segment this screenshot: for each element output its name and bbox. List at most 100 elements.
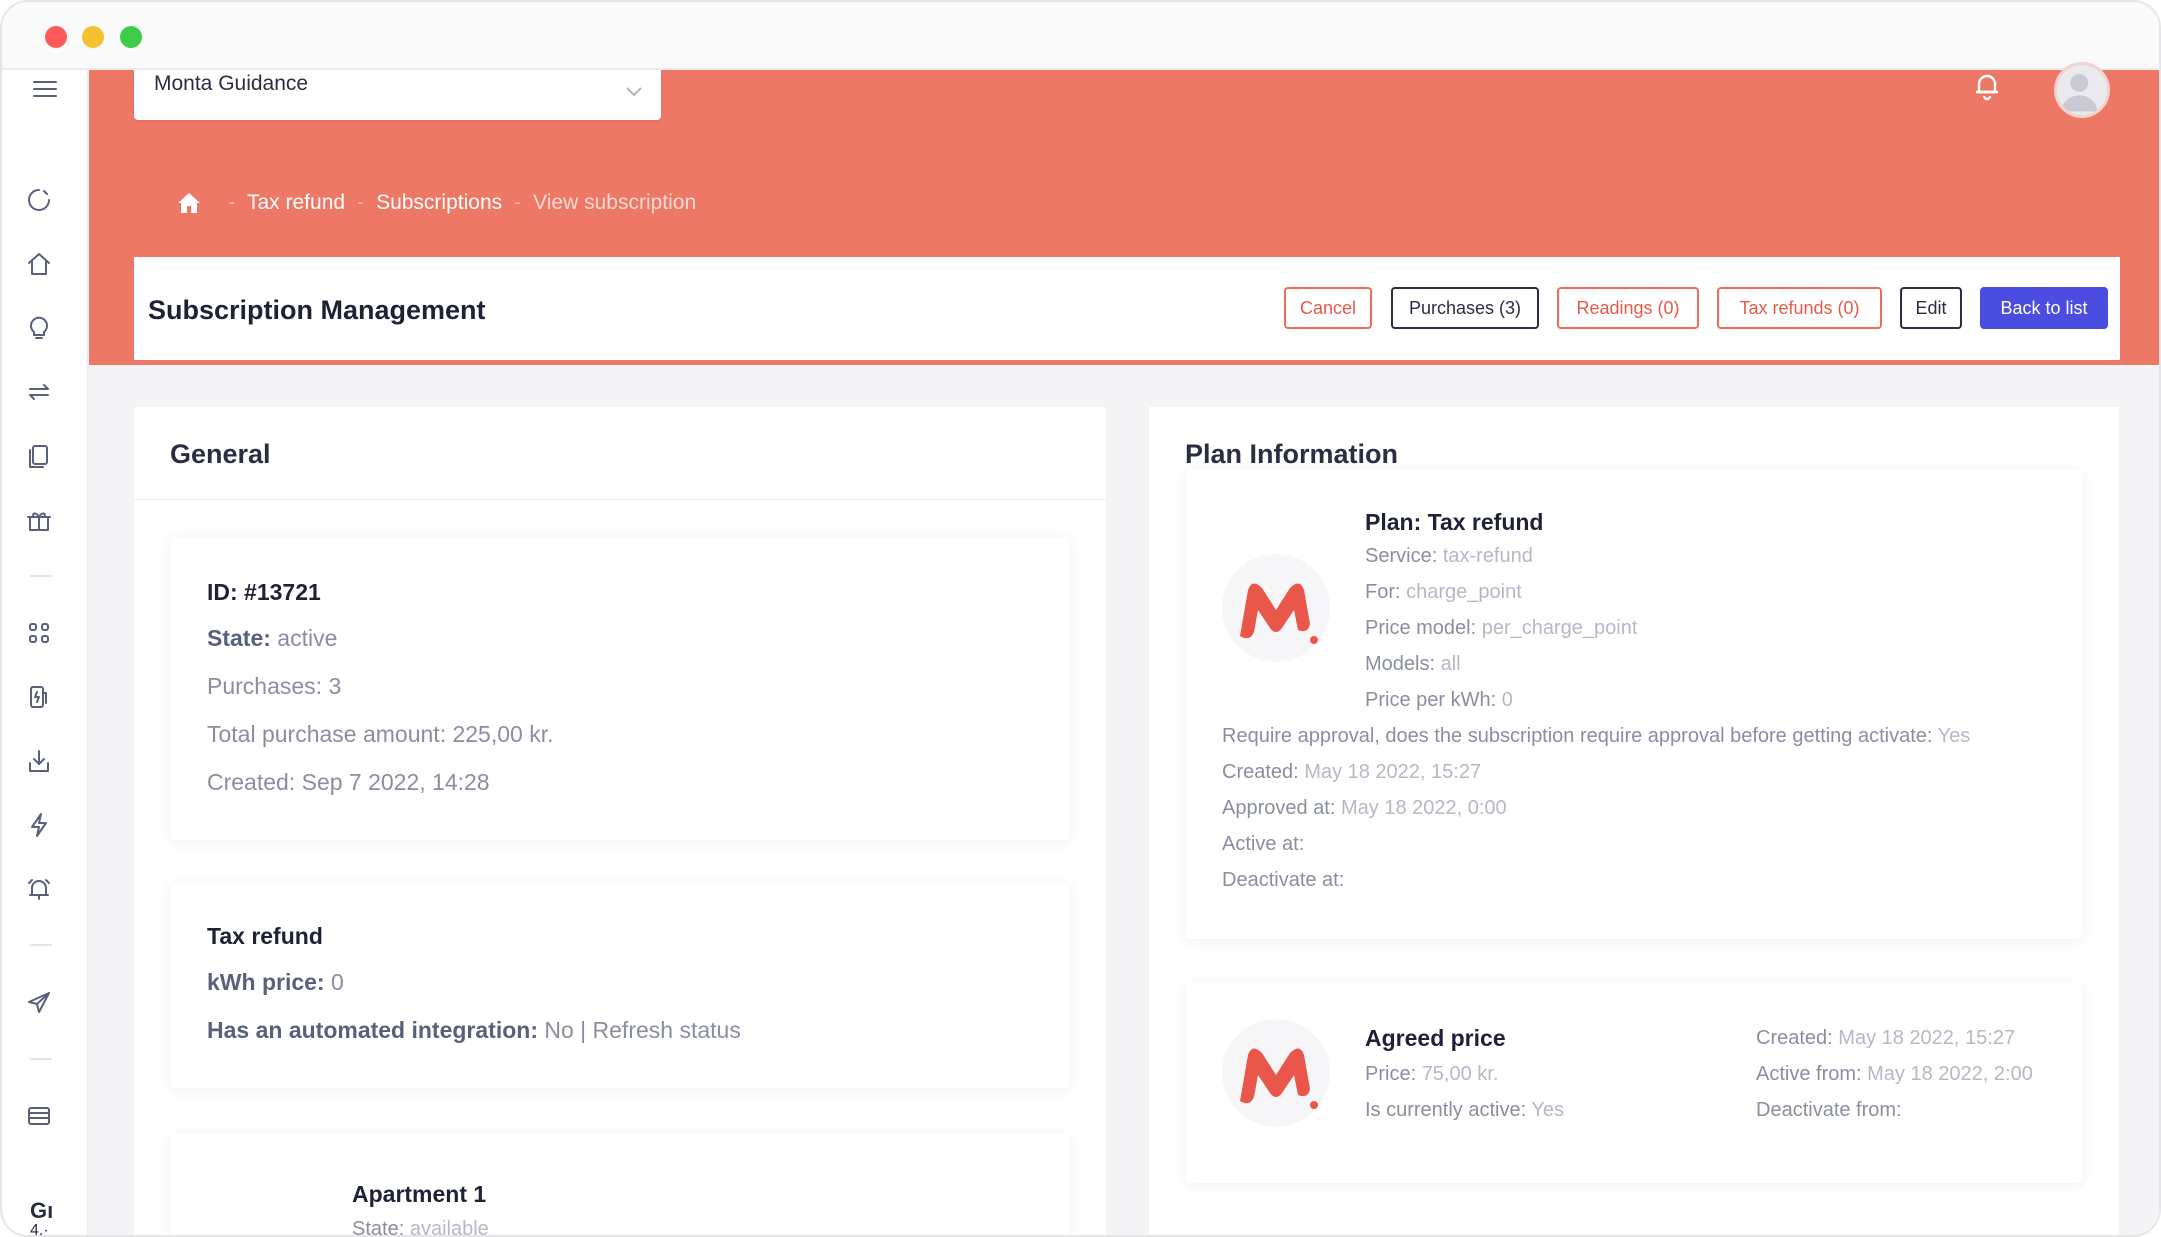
plan-approved-at-row: Approved at: May 18 2022, 0:00	[1222, 797, 1507, 820]
agreed-deactivate-from-row: Deactivate from:	[1756, 1099, 1902, 1122]
plan-panel: Plan Information Plan: Tax refund Servic…	[1149, 407, 2119, 1235]
plan-price-per-kwh-value: 0	[1501, 689, 1513, 711]
agreed-active-from-value: May 18 2022, 2:00	[1867, 1063, 2033, 1085]
plan-card: Plan: Tax refund Service: tax-refund For…	[1186, 469, 2082, 939]
menu-icon[interactable]	[30, 74, 60, 104]
plan-deactivate-at-label: Deactivate at:	[1222, 869, 1345, 891]
breadcrumb-subscriptions[interactable]: Subscriptions	[376, 191, 502, 215]
agreed-price-title: Agreed price	[1365, 1025, 1506, 1051]
plan-models-label: Models:	[1365, 653, 1436, 675]
plan-service-value: tax-refund	[1442, 545, 1533, 567]
close-window-button[interactable]	[45, 26, 67, 48]
created-date: Created: Sep 7 2022, 14:28	[207, 769, 490, 795]
general-title: General	[170, 439, 271, 469]
documents-icon[interactable]	[24, 441, 54, 471]
gift-icon[interactable]	[24, 505, 54, 535]
apartment-card: Apartment 1 State: available	[171, 1133, 1069, 1237]
user-initials[interactable]: Gı 4.·	[30, 1198, 54, 1237]
download-icon[interactable]	[24, 746, 54, 776]
avatar[interactable]	[2054, 62, 2110, 118]
plan-require-approval-value: Yes	[1937, 725, 1971, 747]
integration-row: Has an automated integration: No | Refre…	[207, 1017, 741, 1044]
kwh-price-label: kWh price:	[207, 969, 325, 995]
state-label: State:	[207, 625, 271, 651]
plan-approved-at-label: Approved at:	[1222, 797, 1336, 819]
chevron-down-icon	[626, 87, 642, 97]
plan-for-row: For: charge_point	[1365, 581, 1522, 604]
agreed-created-value: May 18 2022, 15:27	[1838, 1027, 2016, 1049]
home-icon[interactable]	[176, 190, 202, 216]
plan-require-approval-label: Require approval, does the subscription …	[1222, 725, 1933, 747]
plan-created-row: Created: May 18 2022, 15:27	[1222, 761, 1481, 784]
plan-for-label: For:	[1365, 581, 1401, 603]
breadcrumb-tax-refund[interactable]: Tax refund	[247, 191, 345, 215]
tax-refund-title: Tax refund	[207, 923, 323, 949]
sidebar: Gı 4.·	[2, 70, 88, 1237]
app-window: Gı 4.· Monta Guidance - Tax refund - Sub…	[0, 0, 2161, 1237]
alarm-icon[interactable]	[24, 874, 54, 904]
title-bar	[2, 2, 2159, 70]
plan-active-at-row: Active at:	[1222, 833, 1304, 856]
plan-price-model-value: per_charge_point	[1481, 617, 1638, 639]
agreed-active-label: Is currently active:	[1365, 1099, 1527, 1121]
cancel-button[interactable]: Cancel	[1284, 287, 1372, 329]
agreed-created-label: Created:	[1756, 1027, 1833, 1049]
integration-label: Has an automated integration:	[207, 1017, 538, 1043]
tax-refunds-button[interactable]: Tax refunds (0)	[1717, 287, 1882, 329]
agreed-active-row: Is currently active: Yes	[1365, 1099, 1564, 1122]
plan-active-at-label: Active at:	[1222, 833, 1305, 855]
kwh-price-value: 0	[330, 969, 344, 995]
plan-models-row: Models: all	[1365, 653, 1461, 676]
transfer-icon[interactable]	[24, 377, 54, 407]
agreed-price-card: Agreed price Price: 75,00 kr. Is current…	[1186, 983, 2082, 1183]
user-initials-text: Gı	[30, 1198, 54, 1223]
plan-information-title: Plan Information	[1185, 439, 1399, 469]
lightning-icon[interactable]	[24, 810, 54, 840]
subscription-management-bar: Subscription Management Cancel Purchases…	[134, 257, 2120, 363]
kwh-price-row: kWh price: 0	[207, 969, 344, 996]
organization-select[interactable]: Monta Guidance	[134, 70, 661, 120]
panel-divider	[134, 499, 1106, 500]
total-purchase-amount: Total purchase amount: 225,00 kr.	[207, 721, 554, 747]
breadcrumb-current: View subscription	[533, 191, 697, 214]
agreed-active-from-label: Active from:	[1756, 1063, 1862, 1085]
monta-logo	[1222, 1019, 1330, 1127]
charging-station-icon[interactable]	[24, 682, 54, 712]
breadcrumb-separator: -	[228, 191, 235, 214]
user-sub-text: 4.·	[30, 1222, 49, 1237]
agreed-price-value: 75,00 kr.	[1421, 1063, 1499, 1085]
loading-icon[interactable]	[24, 185, 54, 215]
grid-icon[interactable]	[24, 618, 54, 648]
sidebar-divider	[30, 944, 52, 946]
breadcrumb: - Tax refund - Subscriptions - View subs…	[176, 188, 696, 218]
edit-button[interactable]: Edit	[1900, 287, 1962, 329]
readings-button[interactable]: Readings (0)	[1557, 287, 1699, 329]
plan-price-per-kwh-label: Price per kWh:	[1365, 689, 1497, 711]
purchases-button[interactable]: Purchases (3)	[1391, 287, 1539, 329]
maximize-window-button[interactable]	[120, 26, 142, 48]
back-to-list-button[interactable]: Back to list	[1980, 287, 2108, 329]
sidebar-divider	[30, 1058, 52, 1060]
plan-approved-at-value: May 18 2022, 0:00	[1340, 797, 1507, 819]
agreed-deactivate-from-label: Deactivate from:	[1756, 1099, 1902, 1121]
state-value: active	[277, 625, 338, 651]
bell-icon[interactable]	[1971, 70, 2003, 102]
lightbulb-icon[interactable]	[24, 313, 54, 343]
summary-card: ID: #13721 State: active Purchases: 3 To…	[171, 537, 1069, 840]
send-icon[interactable]	[24, 988, 54, 1018]
plan-price-per-kwh-row: Price per kWh: 0	[1365, 689, 1513, 712]
agreed-active-value: Yes	[1531, 1099, 1565, 1121]
minimize-window-button[interactable]	[82, 26, 104, 48]
state-row: State: active	[207, 625, 337, 652]
organization-select-value: Monta Guidance	[154, 72, 309, 95]
plan-models-value: all	[1440, 653, 1461, 675]
integration-value[interactable]: No | Refresh status	[544, 1017, 740, 1043]
apartment-state-value: available	[409, 1218, 489, 1237]
purchases-count: Purchases: 3	[207, 673, 342, 699]
home-icon[interactable]	[24, 249, 54, 279]
sidebar-divider	[30, 575, 52, 577]
plan-price-model-label: Price model:	[1365, 617, 1477, 639]
billing-icon[interactable]	[24, 1101, 54, 1131]
plan-for-value: charge_point	[1406, 581, 1522, 603]
plan-created-label: Created:	[1222, 761, 1299, 783]
